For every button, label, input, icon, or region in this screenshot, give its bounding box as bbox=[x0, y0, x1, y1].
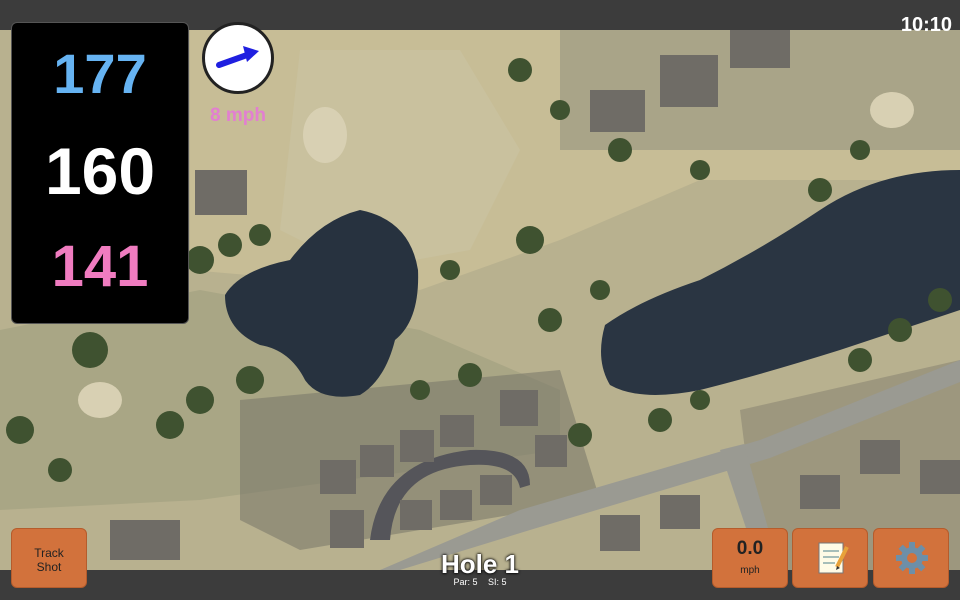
notes-button[interactable] bbox=[792, 528, 868, 588]
wind-arrow-icon bbox=[216, 46, 259, 68]
wind-speed-label: 8 mph bbox=[210, 105, 266, 126]
settings-button[interactable] bbox=[873, 528, 949, 588]
hole-meta: Par: 5 SI: 5 bbox=[380, 577, 580, 587]
distance-panel: 177 160 141 bbox=[11, 22, 189, 324]
distance-back: 177 bbox=[53, 42, 147, 105]
distance-middle: 160 bbox=[44, 134, 156, 208]
track-shot-button[interactable]: Track Shot bbox=[11, 528, 87, 588]
wind-speed-button[interactable]: 0.0 mph bbox=[712, 528, 788, 588]
wind-button-unit: mph bbox=[740, 565, 760, 576]
track-shot-label: Track Shot bbox=[34, 546, 64, 574]
wind-button-value: 0.0 bbox=[736, 538, 764, 559]
hole-si: SI: 5 bbox=[488, 577, 507, 587]
wind-direction-indicator bbox=[202, 22, 274, 94]
hole-title: Hole 1 bbox=[440, 549, 520, 579]
distance-front: 141 bbox=[51, 234, 149, 299]
notepad-icon bbox=[818, 542, 849, 574]
gear-icon bbox=[896, 542, 928, 574]
hole-par: Par: 5 bbox=[453, 577, 478, 587]
clock: 10:10 bbox=[900, 14, 952, 36]
